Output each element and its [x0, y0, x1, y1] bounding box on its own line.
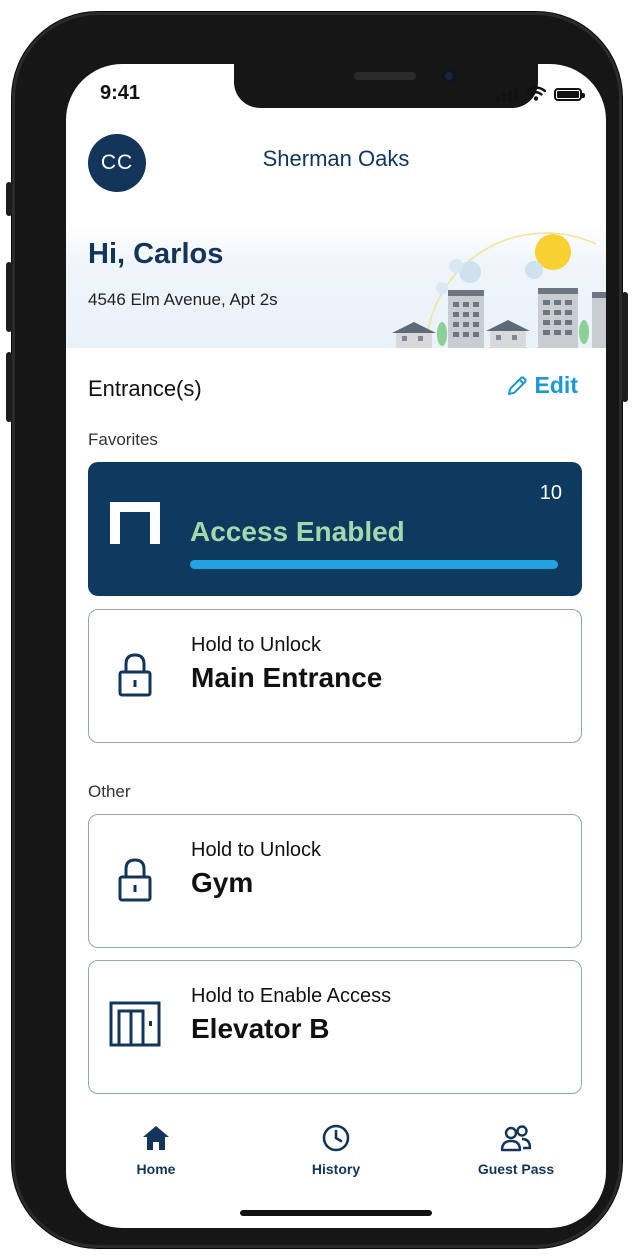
wifi-icon: [526, 86, 546, 101]
tab-label: Guest Pass: [477, 1161, 555, 1177]
camera: [442, 69, 456, 83]
city-illustration: [392, 232, 606, 348]
app-screen: 9:41 CC Sherman Oaks Hi, Carlos 4546 Elm…: [66, 64, 606, 1228]
access-progress-fill: [190, 560, 558, 569]
favorites-label: Favorites: [88, 430, 158, 449]
tab-home[interactable]: Home: [96, 1124, 216, 1177]
entrance-name: Gym: [191, 867, 254, 898]
people-icon: [500, 1125, 532, 1152]
volume-down-button: [6, 352, 12, 422]
entrance-name: Elevator B: [191, 1013, 330, 1044]
door-open-icon: [110, 502, 160, 544]
entrances-title: Entrance(s): [88, 376, 202, 401]
speaker: [354, 72, 416, 80]
entrance-card-gym[interactable]: Hold to Unlock Gym: [88, 814, 582, 948]
entrance-card-elevator[interactable]: Hold to Enable Access Elevator B: [88, 960, 582, 1094]
tab-bar: Home History Guest Pass: [66, 1124, 606, 1194]
home-indicator: [240, 1210, 432, 1216]
edit-button[interactable]: Edit: [505, 372, 578, 399]
notch: [234, 64, 538, 108]
access-status: Access Enabled: [190, 516, 405, 547]
address: 4546 Elm Avenue, Apt 2s: [88, 290, 278, 309]
tab-label: Home: [136, 1161, 176, 1177]
silent-switch: [6, 182, 12, 216]
entrance-hint: Hold to Unlock: [191, 839, 322, 861]
other-label: Other: [88, 782, 131, 801]
edit-label: Edit: [534, 372, 578, 398]
status-icons: [496, 86, 585, 101]
lock-icon: [118, 858, 152, 902]
status-time: 9:41: [100, 82, 141, 104]
building-name: Sherman Oaks: [262, 146, 410, 171]
access-enabled-card[interactable]: 10 Access Enabled: [88, 462, 582, 596]
tab-label: History: [311, 1161, 361, 1177]
clock-icon: [322, 1124, 350, 1152]
power-button: [622, 292, 628, 402]
pencil-icon: [507, 375, 527, 395]
access-progress: [190, 560, 558, 569]
signal-icon: [496, 87, 518, 101]
lock-icon: [118, 653, 152, 697]
elevator-icon: [109, 1001, 161, 1047]
entrance-name: Main Entrance: [191, 662, 383, 693]
entrance-card-main[interactable]: Hold to Unlock Main Entrance: [88, 609, 582, 743]
volume-up-button: [6, 262, 12, 332]
tab-history[interactable]: History: [276, 1124, 396, 1177]
tab-guest-pass[interactable]: Guest Pass: [456, 1124, 576, 1177]
countdown: 10: [539, 482, 562, 504]
home-icon: [143, 1126, 169, 1150]
entrance-hint: Hold to Enable Access: [191, 985, 392, 1007]
phone-frame: 9:41 CC Sherman Oaks Hi, Carlos 4546 Elm…: [6, 12, 628, 1248]
battery-icon: [554, 88, 585, 101]
greeting: Hi, Carlos: [88, 238, 224, 270]
entrance-hint: Hold to Unlock: [191, 634, 322, 656]
